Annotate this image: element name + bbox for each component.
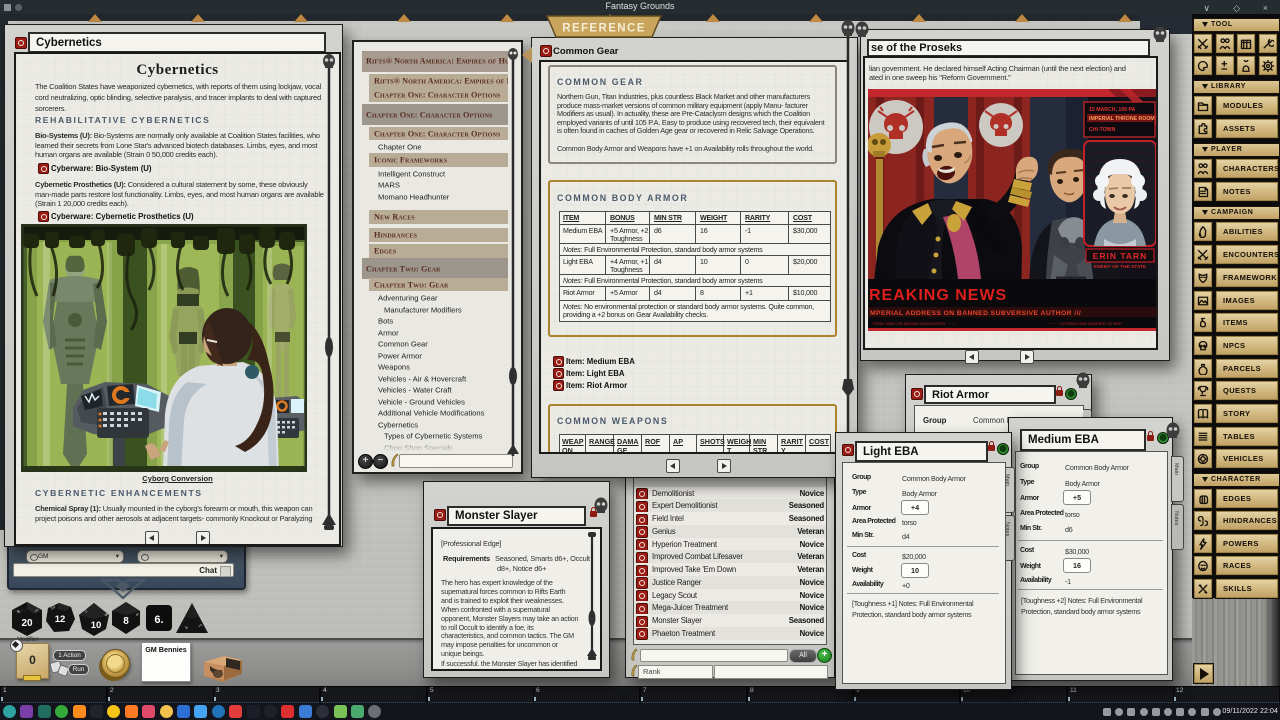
svg-text:6.: 6. (154, 614, 163, 626)
svg-text:12: 12 (55, 614, 66, 625)
svg-text:MPERIAL ADDRESS ON BANNED SUBV: MPERIAL ADDRESS ON BANNED SUBVERSIVE AUT… (870, 310, 1081, 317)
svg-text:REAKING NEWS: REAKING NEWS (869, 287, 1007, 304)
svg-text:IMPERIAL THRONE ROOM: IMPERIAL THRONE ROOM (1089, 116, 1155, 122)
svg-text:20: 20 (21, 618, 33, 629)
svg-text:8: 8 (123, 616, 129, 627)
svg-text:ENEMY OF THE STATE: ENEMY OF THE STATE (1094, 264, 1147, 270)
svg-text:15 MARCH, 109 PA: 15 MARCH, 109 PA (1089, 107, 1136, 113)
svg-text:CHI-TOWN: CHI-TOWN (1089, 127, 1116, 133)
svg-text:ERIN TARN: ERIN TARN (1093, 251, 1148, 261)
svg-text:/ ERIN TARN OR KNOWN ASSOCIATE: / ERIN TARN OR KNOWN ASSOCIATES ········ (872, 321, 957, 326)
svg-text:10: 10 (91, 620, 102, 631)
svg-text:REFERENCE: REFERENCE (562, 23, 646, 35)
svg-text:········ CITIZENS ARE WARNED T: ········ CITIZENS ARE WARNED TO REP (1048, 321, 1122, 326)
